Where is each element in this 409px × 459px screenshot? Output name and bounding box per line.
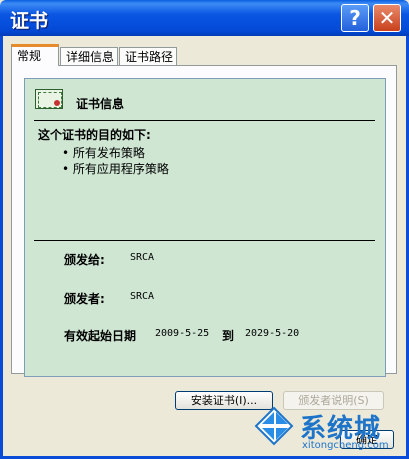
valid-to-value: 2029-5-20: [245, 328, 300, 339]
windows-logo-icon: [254, 406, 294, 446]
divider-bottom: [34, 240, 375, 241]
cert-info-heading: 证书信息: [76, 97, 125, 111]
divider-top: [34, 120, 375, 121]
close-icon: ✕: [378, 6, 396, 30]
issued-by-label: 颁发者:: [64, 292, 105, 306]
purpose-item: • 所有发布策略: [62, 146, 145, 160]
certificate-icon: [35, 89, 63, 109]
issued-to-label: 颁发给:: [64, 253, 105, 267]
title-bar: 证书 ? ✕: [0, 0, 409, 36]
purpose-title: 这个证书的目的如下:: [38, 128, 151, 142]
help-button[interactable]: ?: [341, 4, 369, 32]
tab-general-label: 常规: [17, 49, 42, 63]
issued-by-value: SRCA: [130, 291, 155, 302]
help-icon: ?: [349, 6, 361, 30]
valid-from-label: 有效起始日期: [64, 329, 137, 343]
watermark-url: xitongcheng.com: [302, 440, 389, 451]
issued-to-value: SRCA: [130, 252, 155, 263]
window-title: 证书: [10, 10, 49, 32]
tab-cert-path-label: 证书路径: [125, 50, 174, 64]
purpose-item: • 所有应用程序策略: [62, 162, 169, 176]
tab-cert-path[interactable]: 证书路径: [119, 47, 177, 65]
valid-to-label: 到: [222, 329, 235, 343]
tab-general[interactable]: 常规: [11, 44, 59, 66]
valid-from-value: 2009-5-25: [155, 328, 210, 339]
tab-details[interactable]: 详细信息: [60, 47, 118, 65]
tab-details-label: 详细信息: [66, 50, 115, 64]
close-button[interactable]: ✕: [373, 4, 401, 32]
